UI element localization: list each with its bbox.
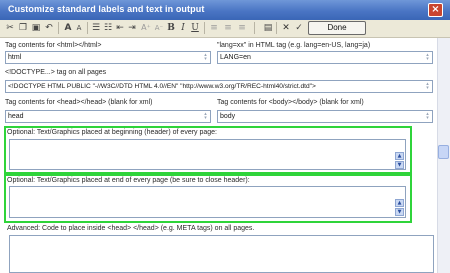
scissors-icon[interactable]: ✂: [4, 22, 16, 34]
toolbar-separator: [204, 22, 205, 34]
close-button[interactable]: ×: [428, 3, 443, 17]
html-tag-field[interactable]: html ▴ ▾: [5, 51, 211, 64]
footer-textarea[interactable]: [9, 186, 406, 218]
doctype-field[interactable]: <!DOCTYPE HTML PUBLIC "-//W3C//DTD HTML …: [5, 80, 433, 93]
copy-icon[interactable]: ❐: [17, 22, 29, 34]
close-x-icon[interactable]: ✕: [280, 22, 292, 34]
doctype-label: <!DOCTYPE...> tag on all pages: [5, 69, 107, 76]
indent-icon[interactable]: ⇥: [126, 22, 138, 34]
window-title: Customize standard labels and text in ou…: [8, 4, 205, 14]
spellcheck-icon[interactable]: ✓: [293, 22, 305, 34]
toolbar-separator: [87, 22, 88, 34]
toolbar-separator: [254, 22, 255, 34]
scroll-down-icon[interactable]: ▼: [395, 161, 404, 169]
scroll-up-icon[interactable]: ▲: [395, 152, 404, 160]
numbered-list-icon[interactable]: ☷: [102, 22, 114, 34]
bulleted-list-icon[interactable]: ☰: [90, 22, 102, 34]
font-size-up-icon[interactable]: A⁺: [140, 22, 152, 34]
scroll-down-icon[interactable]: ▼: [395, 208, 404, 216]
align-center-icon[interactable]: ≡: [222, 22, 234, 34]
body-tag-label: Tag contents for <body></body> (blank fo…: [217, 99, 364, 106]
align-left-icon[interactable]: ≡: [208, 22, 220, 34]
advanced-label: Advanced: Code to place inside <head> </…: [7, 225, 255, 232]
spin-icon: ▴ ▾: [426, 111, 429, 121]
paste-icon[interactable]: ▣: [30, 22, 42, 34]
footer-label: Optional: Text/Graphics placed at end of…: [7, 177, 250, 184]
italic-icon[interactable]: I: [177, 22, 189, 34]
head-tag-field[interactable]: head ▴ ▾: [5, 110, 211, 123]
scroll-up-icon[interactable]: ▲: [395, 199, 404, 207]
remove-format-icon[interactable]: ▤: [262, 22, 274, 34]
outdent-icon[interactable]: ⇤: [114, 22, 126, 34]
spin-icon: ▴ ▾: [426, 81, 429, 91]
bold-icon[interactable]: B: [165, 22, 177, 34]
lang-field[interactable]: LANG=en ▴ ▾: [217, 51, 433, 64]
lang-label: "lang=xx" in HTML tag (e.g. lang=en-US, …: [217, 42, 371, 49]
underline-icon[interactable]: U: [189, 22, 201, 34]
head-tag-label: Tag contents for <head></head> (blank fo…: [5, 99, 153, 106]
toolbar-separator: [276, 22, 277, 34]
spin-icon: ▴ ▾: [204, 52, 207, 62]
html-tag-label: Tag contents for <html></html>: [5, 42, 102, 49]
toolbar-separator: [58, 22, 59, 34]
spin-icon: ▴ ▾: [204, 111, 207, 121]
undo-icon[interactable]: ↶: [43, 22, 55, 34]
advanced-textarea[interactable]: [9, 235, 434, 273]
align-right-icon[interactable]: ≡: [236, 22, 248, 34]
font-a-small-icon[interactable]: A: [73, 22, 85, 34]
header-textarea[interactable]: [9, 139, 406, 170]
body-tag-field[interactable]: body ▴ ▾: [217, 110, 433, 123]
spin-icon: ▴ ▾: [426, 52, 429, 62]
done-button[interactable]: Done: [308, 21, 366, 35]
font-size-down-icon[interactable]: A⁻: [153, 22, 165, 34]
header-label: Optional: Text/Graphics placed at beginn…: [7, 129, 217, 136]
scrollbar-thumb[interactable]: [438, 145, 449, 159]
